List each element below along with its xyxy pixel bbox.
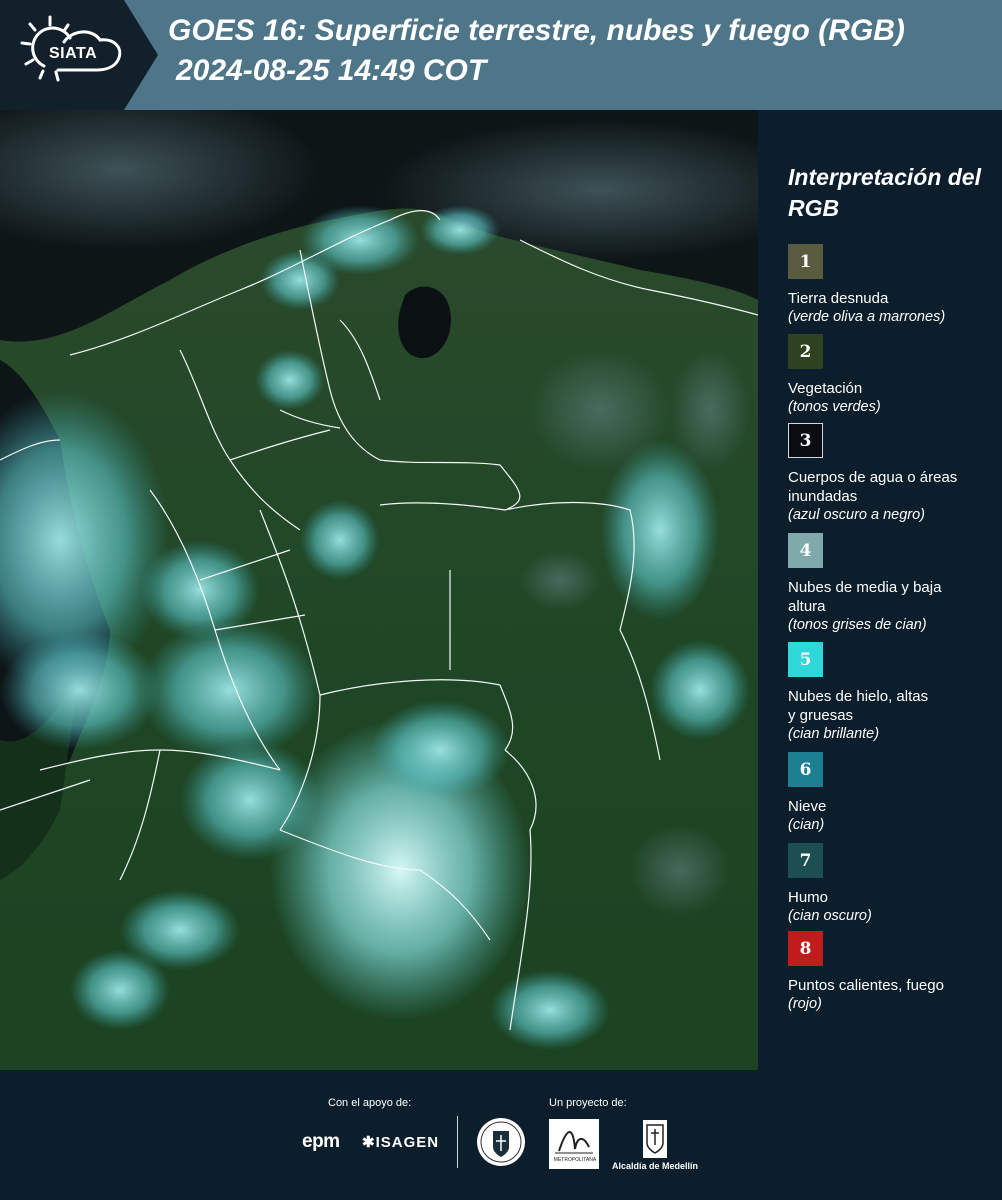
legend-item-humo: 7 Humo (cian oscuro): [788, 843, 998, 926]
legend-swatch: 6: [788, 752, 823, 787]
legend-item-sub: (azul oscuro a negro): [788, 507, 926, 523]
legend-item-label: Puntos calientes, fuego: [788, 977, 944, 994]
legend-swatch: 7: [788, 843, 823, 878]
legend-item-cuerpos-agua: 3 Cuerpos de agua o áreas inundadas (azu…: [788, 423, 998, 525]
legend-item-tierra-desnuda: 1 Tierra desnuda (verde oliva a marrones…: [788, 244, 998, 327]
legend-item-sub: (tonos grises de cian): [788, 617, 927, 633]
legend-item-label: Cuerpos de agua o áreas inundadas: [788, 469, 958, 505]
legend-item-label: Nubes de hielo, altas y gruesas: [788, 688, 929, 724]
medellin-seal-icon[interactable]: [476, 1117, 526, 1167]
legend-item-sub: (rojo): [788, 996, 822, 1012]
legend-item-sub: (tonos verdes): [788, 399, 881, 415]
legend-swatch: 1: [788, 244, 823, 279]
isagen-star-icon: ✱: [362, 1134, 376, 1151]
project-label: Un proyecto de:: [549, 1097, 627, 1109]
legend-item-label: Humo: [788, 889, 829, 906]
legend-item-nubes-hielo: 5 Nubes de hielo, altas y gruesas (cian …: [788, 642, 998, 744]
page-title: GOES 16: Superficie terrestre, nubes y f…: [168, 14, 905, 47]
page-timestamp: 2024-08-25 14:49 COT: [176, 54, 487, 87]
legend-swatch: 5: [788, 642, 823, 677]
alcaldia-shield-icon[interactable]: [642, 1119, 668, 1159]
legend-item-fuego: 8 Puntos calientes, fuego (rojo): [788, 931, 998, 1014]
alcaldia-text: Alcaldía de Medellín: [612, 1161, 699, 1171]
footer: Con el apoyo de: Un proyecto de: epm ✱IS…: [0, 1070, 1002, 1200]
legend-swatch: 8: [788, 931, 823, 966]
rgb-satellite-image: [0, 110, 758, 1070]
legend-item-sub: (cian oscuro): [788, 908, 872, 924]
header: SIATA GOES 16: Superficie terrestre, nub…: [0, 0, 1002, 110]
legend-item-nieve: 6 Nieve (cian): [788, 752, 998, 835]
legend-item-sub: (verde oliva a marrones): [788, 309, 946, 325]
legend-panel: Interpretación del RGB 1 Tierra desnuda …: [760, 110, 1002, 1070]
legend-item-nubes-media: 4 Nubes de media y baja altura (tonos gr…: [788, 533, 998, 635]
legend-item-sub: (cian): [788, 817, 825, 833]
support-label: Con el apoyo de:: [328, 1097, 412, 1109]
logo-text: SIATA: [49, 45, 98, 62]
legend-item-vegetacion: 2 Vegetación (tonos verdes): [788, 334, 998, 417]
legend-swatch: 3: [788, 423, 823, 458]
footer-divider: [457, 1116, 458, 1168]
legend-item-label: Vegetación: [788, 380, 863, 397]
epm-logo[interactable]: epm: [302, 1131, 340, 1153]
amva-text: METROPOLITANA: [553, 1157, 597, 1163]
isagen-logo[interactable]: ✱ISAGEN: [362, 1133, 439, 1151]
legend-title: Interpretación del RGB: [788, 164, 981, 221]
legend-item-label: Nieve: [788, 798, 827, 815]
siata-logo[interactable]: SIATA: [0, 0, 160, 110]
amva-mark-icon: [555, 1131, 593, 1154]
legend-item-sub: (cian brillante): [788, 726, 880, 742]
satellite-map[interactable]: [0, 110, 758, 1070]
isagen-text: ISAGEN: [375, 1134, 440, 1151]
legend-swatch: 2: [788, 334, 823, 369]
legend-swatch: 4: [788, 533, 823, 568]
legend-item-label: Tierra desnuda: [788, 290, 889, 307]
legend-item-label: Nubes de media y baja altura: [788, 579, 942, 615]
